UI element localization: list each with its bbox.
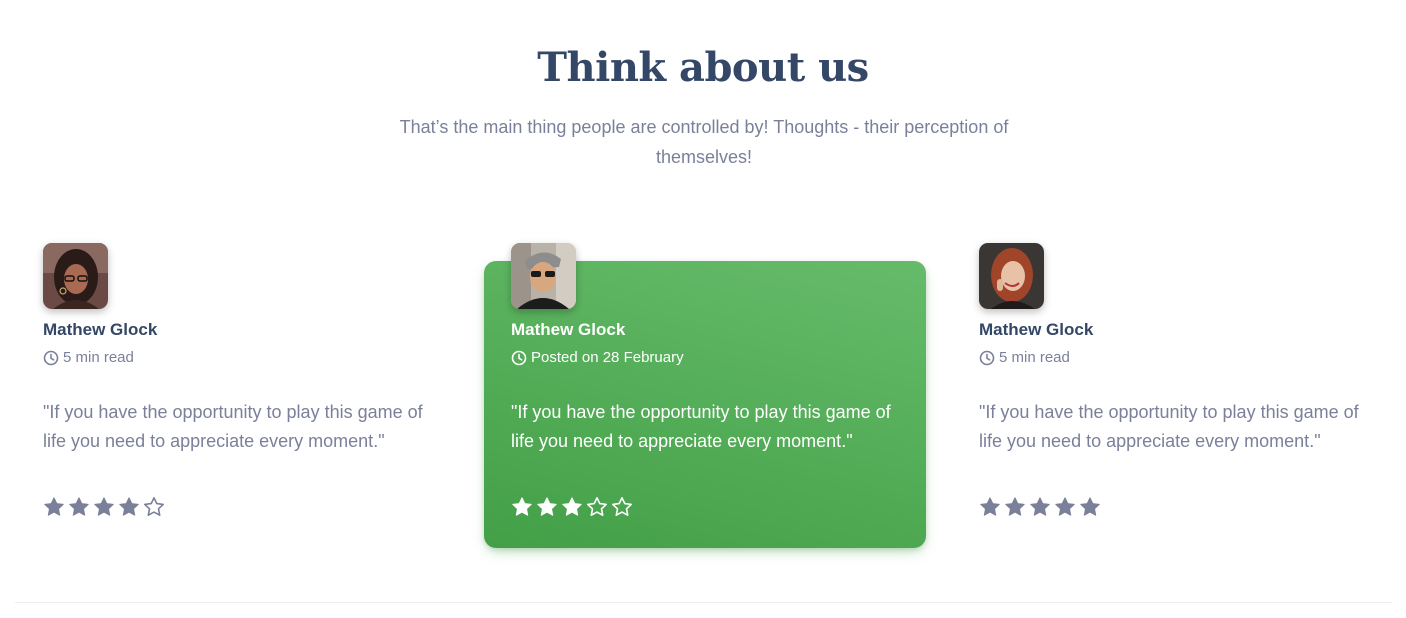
section-subtitle: That’s the main thing people are control…: [399, 117, 1009, 167]
testimonial-quote: "If you have the opportunity to play thi…: [511, 402, 891, 451]
star-filled-icon: [1004, 496, 1026, 518]
meta-text: 5 min read: [63, 349, 134, 366]
star-filled-icon: [1029, 496, 1051, 518]
star-rating: [43, 496, 168, 518]
post-meta: 5 min read: [979, 349, 1070, 366]
post-meta: Posted on 28 February: [511, 349, 684, 366]
star-outline-icon: [586, 496, 608, 518]
star-filled-icon: [536, 496, 558, 518]
post-meta: 5 min read: [43, 349, 134, 366]
star-filled-icon: [1054, 496, 1076, 518]
star-rating: [511, 496, 636, 518]
star-filled-icon: [43, 496, 65, 518]
avatar: [43, 243, 108, 309]
section-title: Think about us: [537, 44, 869, 91]
star-filled-icon: [561, 496, 583, 518]
testimonial-quote: "If you have the opportunity to play thi…: [43, 402, 423, 451]
author-name: Mathew Glock: [43, 320, 158, 339]
clock-icon: [43, 350, 59, 366]
author-name: Mathew Glock: [511, 320, 626, 339]
testimonial-card-highlighted: Mathew Glock Posted on 28 February "If y…: [484, 243, 926, 548]
testimonial-quote: "If you have the opportunity to play thi…: [979, 402, 1359, 451]
star-filled-icon: [68, 496, 90, 518]
star-filled-icon: [511, 496, 533, 518]
avatar: [511, 243, 576, 309]
meta-text: Posted on 28 February: [531, 349, 684, 366]
star-outline-icon: [611, 496, 633, 518]
author-name: Mathew Glock: [979, 320, 1094, 339]
star-filled-icon: [1079, 496, 1101, 518]
clock-icon: [979, 350, 995, 366]
star-filled-icon: [979, 496, 1001, 518]
section-divider: [15, 602, 1392, 603]
meta-text: 5 min read: [999, 349, 1070, 366]
star-outline-icon: [143, 496, 165, 518]
avatar: [979, 243, 1044, 309]
star-rating: [979, 496, 1104, 518]
star-filled-icon: [118, 496, 140, 518]
star-filled-icon: [93, 496, 115, 518]
clock-icon: [511, 350, 527, 366]
